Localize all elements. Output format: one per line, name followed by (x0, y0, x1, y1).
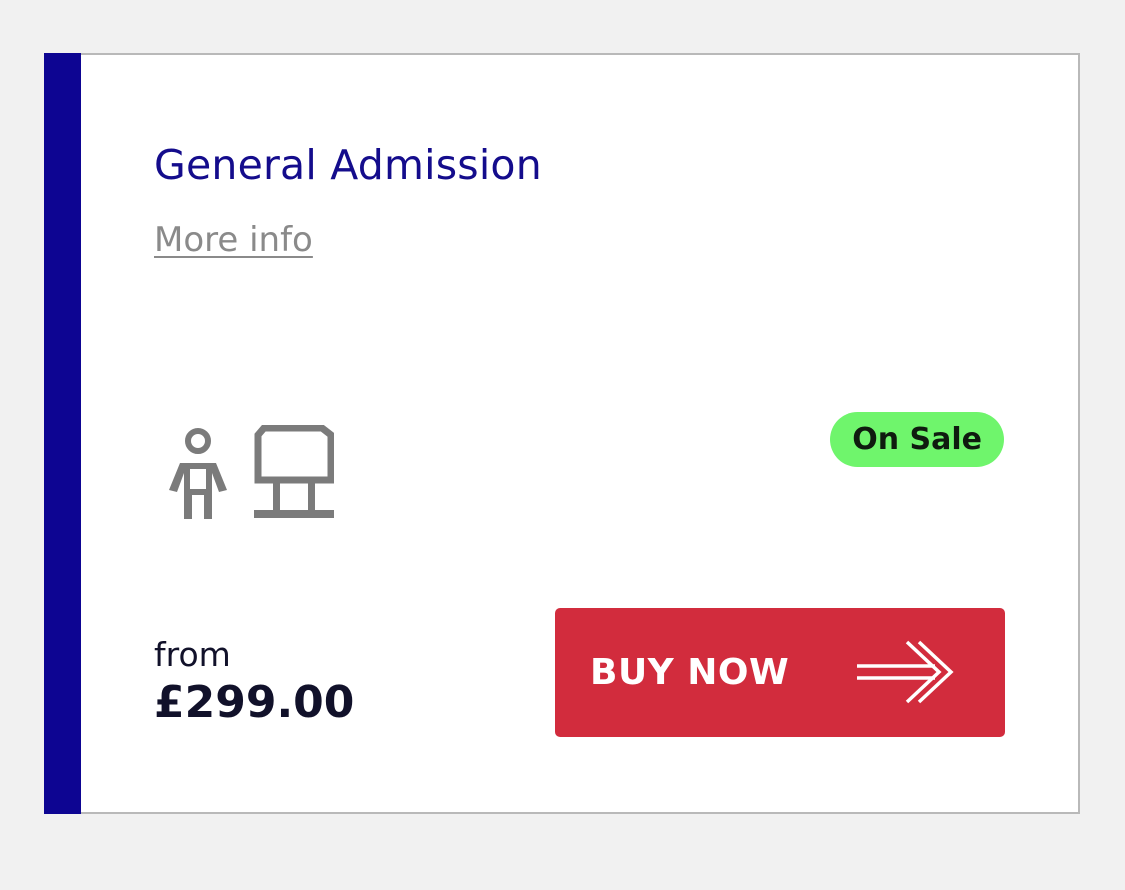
status-badge: On Sale (830, 412, 1004, 467)
price-prefix: from (154, 635, 231, 674)
person-icon (169, 428, 227, 519)
ticket-card: General Admission More info On Sale from… (44, 53, 1080, 814)
card-accent-bar (44, 53, 81, 814)
price-value: £299.00 (154, 677, 355, 728)
more-info-link[interactable]: More info (154, 221, 313, 259)
ticket-title: General Admission (154, 141, 542, 189)
seat-icon (254, 425, 334, 518)
buy-now-button[interactable]: BUY NOW (555, 608, 1005, 737)
arrow-right-icon (857, 640, 954, 704)
buy-now-label: BUY NOW (590, 652, 790, 693)
